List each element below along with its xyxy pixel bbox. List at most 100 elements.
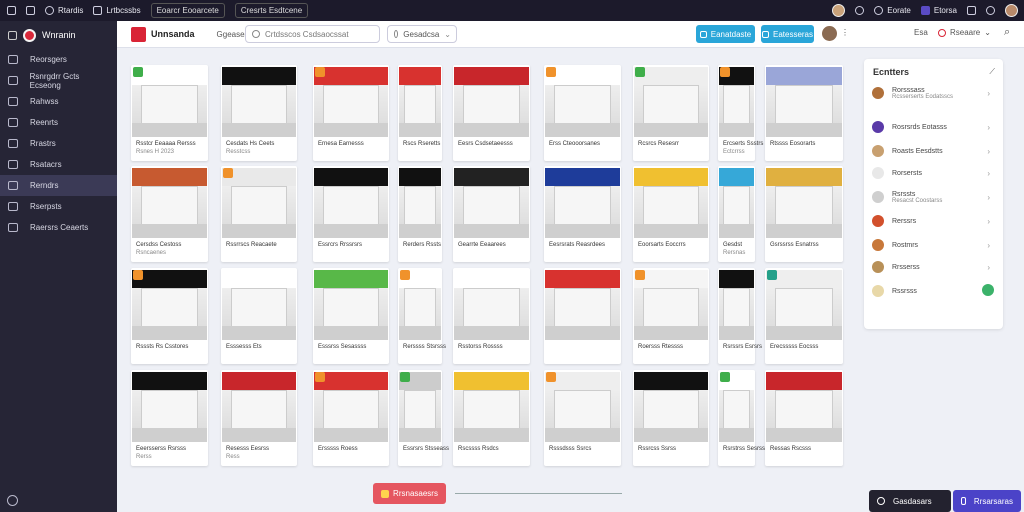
tag-icon[interactable] bbox=[720, 67, 730, 77]
primary-button-2[interactable]: Eatesseras bbox=[761, 25, 814, 43]
tag-icon[interactable] bbox=[546, 67, 556, 77]
menu-icon[interactable] bbox=[8, 30, 17, 40]
store-card[interactable]: Rscssss Rsdcs bbox=[453, 370, 530, 466]
language-select[interactable]: Rseaare ⌄ bbox=[938, 28, 991, 37]
store-card[interactable]: Gsrssrss Esnatrss bbox=[765, 166, 843, 262]
load-more-button[interactable]: Rrsnasaesrs bbox=[373, 483, 446, 504]
store-card[interactable]: Rerders Rssts bbox=[398, 166, 442, 262]
sidebar-item[interactable]: Reorsgers bbox=[0, 49, 117, 70]
top-right-link-2[interactable]: Etorsa bbox=[920, 6, 957, 15]
panel-list-item[interactable]: Roasts Eesdstts › bbox=[872, 141, 996, 161]
tag-icon[interactable] bbox=[223, 168, 233, 178]
sidebar: Wnranin Reorsgers Rsnrgdrr Gcts Ecseong Ra… bbox=[0, 21, 117, 512]
tag-icon[interactable] bbox=[720, 372, 730, 382]
store-card[interactable]: Rssrrscs Reacaete bbox=[221, 166, 297, 262]
close-icon[interactable] bbox=[986, 6, 995, 15]
store-card[interactable]: Rsssdsss Ssrcs bbox=[544, 370, 621, 466]
store-card[interactable]: Rtssss Eosorarts bbox=[765, 65, 843, 161]
search-icon[interactable]: ⌕ bbox=[1004, 26, 1010, 39]
sidebar-item[interactable]: Rserpsts bbox=[0, 196, 117, 217]
grid-icon[interactable] bbox=[7, 6, 16, 15]
store-card[interactable]: Gesdst Rersnas bbox=[718, 166, 755, 262]
sidebar-item[interactable]: Raersrs Ceaerts bbox=[0, 217, 117, 238]
store-card[interactable]: Esssrss Sesassss bbox=[313, 268, 389, 364]
store-card[interactable]: Ersssss Roess bbox=[313, 370, 389, 466]
store-card[interactable]: Ercserts Ssstrs Ectcrrss bbox=[718, 65, 763, 161]
store-card[interactable]: Ernesa Earnesss bbox=[313, 65, 389, 161]
tag-icon[interactable] bbox=[400, 372, 410, 382]
header-right-a[interactable]: Esa bbox=[914, 28, 928, 37]
more-icon[interactable]: ⋮ bbox=[841, 28, 849, 37]
store-card[interactable]: Rcsrcs Resesrr bbox=[633, 65, 709, 161]
sidebar-item[interactable]: Rrastrs bbox=[0, 133, 117, 154]
sidebar-item[interactable]: Rsatacrs bbox=[0, 154, 117, 175]
store-card[interactable]: Cersdss Cestoss Rsncaenes bbox=[131, 166, 208, 262]
purple-action-button[interactable]: Rrsarsaras bbox=[953, 490, 1021, 512]
panel-list-item[interactable]: Rssrsss bbox=[872, 281, 996, 301]
tag-icon[interactable] bbox=[546, 372, 556, 382]
tag-icon[interactable] bbox=[315, 67, 325, 77]
store-card[interactable]: Rerssss Stsrsss bbox=[398, 268, 446, 364]
tag-icon[interactable] bbox=[635, 270, 645, 280]
store-card[interactable]: Gearrte Eeaarees bbox=[453, 166, 530, 262]
sidebar-item[interactable]: Rahwss bbox=[0, 91, 117, 112]
store-card[interactable]: Rscs Rseretts bbox=[398, 65, 442, 161]
store-card[interactable]: Resesss Eesrss Ress bbox=[221, 370, 297, 466]
store-card[interactable]: Ressas Rscsss bbox=[765, 370, 843, 466]
tag-icon[interactable] bbox=[767, 270, 777, 280]
dark-action-button[interactable]: Gasdasars bbox=[869, 490, 951, 512]
panel-list-item[interactable]: Rostmrs › bbox=[872, 235, 996, 255]
store-card[interactable]: Rsstorss Rossss bbox=[453, 268, 530, 364]
store-card[interactable]: Eesrs Csdsetaeesss bbox=[453, 65, 530, 161]
store-card[interactable]: Cesdats Hs Ceets Resstcss bbox=[221, 65, 297, 161]
store-card[interactable]: Roersss Rtessss bbox=[633, 268, 709, 364]
panel-list-item[interactable]: Rerssrs › bbox=[872, 211, 996, 231]
filter-select[interactable]: Gesadcsa ⌄ bbox=[387, 25, 457, 43]
top-right-link[interactable]: Eorate bbox=[874, 6, 911, 15]
store-card[interactable]: Eesrsrats Reasrdees bbox=[544, 166, 621, 262]
primary-button-1[interactable]: Eanatdaste bbox=[696, 25, 755, 43]
tag-icon[interactable] bbox=[315, 372, 325, 382]
window-icon[interactable] bbox=[26, 6, 35, 15]
store-card[interactable]: Eeersserss Rsrsss Rerss bbox=[131, 370, 208, 466]
top-dropdown-2[interactable]: Cresrts Esdtcene bbox=[234, 3, 309, 18]
store-card[interactable]: Rsrstrss Sesrss bbox=[718, 370, 765, 466]
store-card[interactable]: Esssesss Ets bbox=[221, 268, 297, 364]
store-card[interactable]: Rsstcr Eeaaaa Rersss Rsnes H 2023 bbox=[131, 65, 208, 161]
download-icon[interactable] bbox=[967, 6, 976, 15]
scrollbar[interactable] bbox=[455, 493, 622, 494]
panel-list-item[interactable]: Rorsssass Rcsserserts Eodatsscs › bbox=[872, 83, 996, 103]
help-icon[interactable] bbox=[7, 495, 18, 506]
sidebar-logo[interactable]: Wnranin bbox=[0, 21, 117, 49]
pin-icon[interactable]: ⟋ bbox=[989, 67, 995, 77]
store-card[interactable]: Eoorsarts Eoccrrs bbox=[633, 166, 709, 262]
tag-icon[interactable] bbox=[400, 270, 410, 280]
user-avatar[interactable] bbox=[832, 4, 846, 17]
store-card[interactable]: Rssrcss Ssrss bbox=[633, 370, 709, 466]
tag-icon[interactable] bbox=[635, 67, 645, 77]
store-card[interactable]: Rsrssrs Esrsrs bbox=[718, 268, 762, 364]
store-card[interactable]: Erecsssss Eocsss bbox=[765, 268, 843, 364]
panel-list-item[interactable]: Rosrsrds Eotasss › bbox=[872, 117, 996, 137]
tag-icon[interactable] bbox=[133, 270, 143, 280]
store-card[interactable]: Essrcrs Rrssrsrs bbox=[313, 166, 389, 262]
store-card[interactable]: Rsssts Rs Csstores bbox=[131, 268, 208, 364]
sidebar-item[interactable]: Reenrts bbox=[0, 112, 117, 133]
store-card[interactable]: Essrsrs Stsseass bbox=[398, 370, 449, 466]
brand[interactable]: Unnsanda bbox=[131, 26, 195, 42]
profile-avatar[interactable] bbox=[1005, 4, 1018, 17]
header-avatar[interactable] bbox=[822, 26, 837, 41]
store-card[interactable] bbox=[544, 268, 621, 364]
sidebar-item[interactable]: Rerndrs bbox=[0, 175, 117, 196]
panel-list-item[interactable]: Rrsserss › bbox=[872, 257, 996, 277]
top-item-2[interactable]: Lrtbcssbs bbox=[93, 6, 141, 15]
panel-list-item[interactable]: Rorsersts › bbox=[872, 163, 996, 183]
store-card[interactable]: Erss Cteooorsanes bbox=[544, 65, 621, 161]
top-dropdown-1[interactable]: Eoarcr Eooarcete bbox=[150, 3, 225, 18]
panel-list-item[interactable]: Rsrssts Resacst Coostarss › bbox=[872, 187, 996, 207]
settings-icon[interactable] bbox=[855, 6, 865, 15]
top-item-1[interactable]: Rtardis bbox=[45, 6, 83, 15]
sidebar-item[interactable]: Rsnrgdrr Gcts Ecseong bbox=[0, 70, 117, 91]
search-input[interactable]: Crtdsscos Csdsaocssat bbox=[245, 25, 380, 43]
tag-icon[interactable] bbox=[133, 67, 143, 77]
